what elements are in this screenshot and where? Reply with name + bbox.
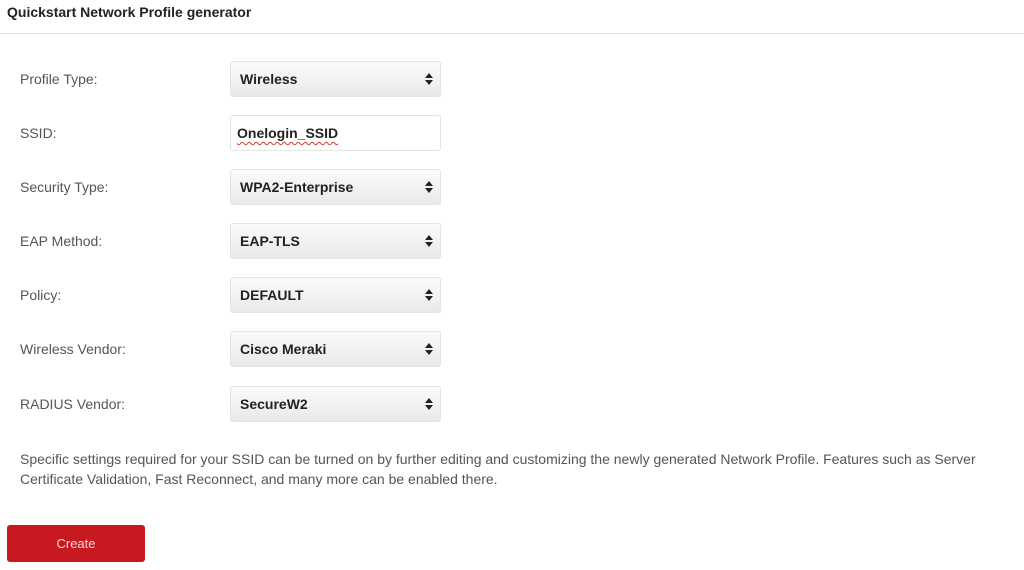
eap-method-label: EAP Method: bbox=[20, 233, 103, 249]
policy-row: Policy: DEFAULT bbox=[0, 277, 1024, 313]
updown-arrows-icon bbox=[425, 289, 433, 301]
updown-arrows-icon bbox=[425, 343, 433, 355]
wireless-vendor-select[interactable]: Cisco Meraki bbox=[230, 331, 441, 367]
profile-type-select[interactable]: Wireless bbox=[230, 61, 441, 97]
security-type-select[interactable]: WPA2-Enterprise bbox=[230, 169, 441, 205]
security-type-label: Security Type: bbox=[20, 179, 109, 195]
security-type-row: Security Type: WPA2-Enterprise bbox=[0, 169, 1024, 205]
ssid-input[interactable]: Onelogin_SSID bbox=[230, 115, 441, 151]
create-button[interactable]: Create bbox=[7, 525, 145, 562]
updown-arrows-icon bbox=[425, 235, 433, 247]
policy-value: DEFAULT bbox=[240, 287, 304, 303]
updown-arrows-icon bbox=[425, 73, 433, 85]
page-title: Quickstart Network Profile generator bbox=[7, 4, 252, 20]
wireless-vendor-row: Wireless Vendor: Cisco Meraki bbox=[0, 331, 1024, 367]
radius-vendor-label: RADIUS Vendor: bbox=[20, 396, 126, 412]
policy-label: Policy: bbox=[20, 287, 62, 303]
eap-method-value: EAP-TLS bbox=[240, 233, 300, 249]
radius-vendor-select[interactable]: SecureW2 bbox=[230, 386, 441, 422]
updown-arrows-icon bbox=[425, 398, 433, 410]
page-header: Quickstart Network Profile generator bbox=[0, 0, 1024, 34]
updown-arrows-icon bbox=[425, 181, 433, 193]
radius-vendor-row: RADIUS Vendor: SecureW2 bbox=[0, 386, 1024, 422]
ssid-value: Onelogin_SSID bbox=[237, 125, 339, 141]
profile-type-label: Profile Type: bbox=[20, 71, 98, 87]
ssid-row: SSID: Onelogin_SSID bbox=[0, 115, 1024, 151]
radius-vendor-value: SecureW2 bbox=[240, 396, 308, 412]
profile-type-value: Wireless bbox=[240, 71, 298, 87]
ssid-label: SSID: bbox=[20, 125, 57, 141]
security-type-value: WPA2-Enterprise bbox=[240, 179, 354, 195]
policy-select[interactable]: DEFAULT bbox=[230, 277, 441, 313]
wireless-vendor-label: Wireless Vendor: bbox=[20, 341, 126, 357]
wireless-vendor-value: Cisco Meraki bbox=[240, 341, 327, 357]
eap-method-select[interactable]: EAP-TLS bbox=[230, 223, 441, 259]
profile-type-row: Profile Type: Wireless bbox=[0, 61, 1024, 97]
eap-method-row: EAP Method: EAP-TLS bbox=[0, 223, 1024, 259]
info-text: Specific settings required for your SSID… bbox=[20, 451, 976, 487]
